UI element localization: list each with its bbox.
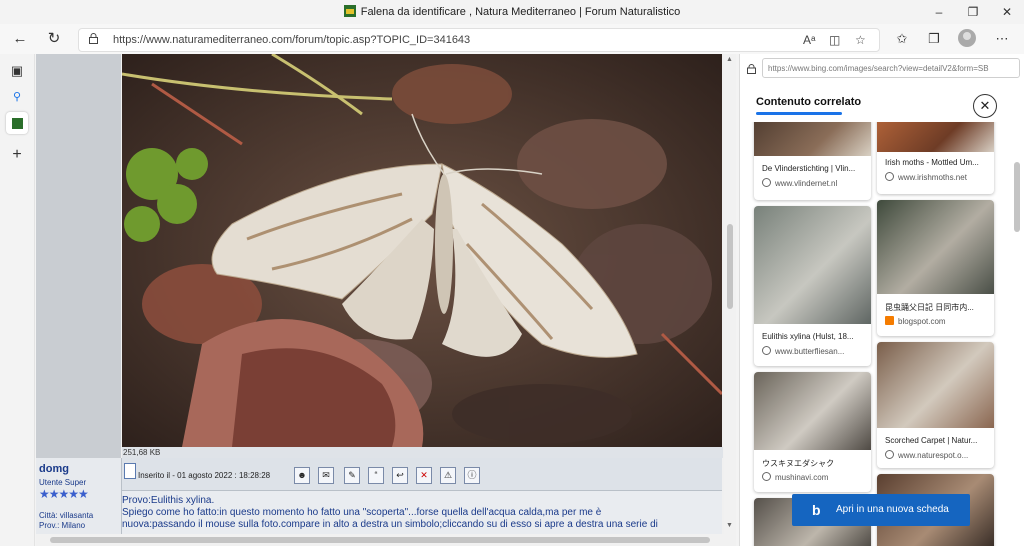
edit-icon[interactable]: ✎ — [344, 467, 360, 484]
tab-bing-search-icon[interactable]: ⚲ — [6, 86, 28, 108]
result-card[interactable]: Irish moths - Mottled Um... www.irishmot… — [877, 122, 994, 194]
url-text[interactable]: https://www.naturamediterraneo.com/forum… — [113, 29, 470, 51]
result-source: www.vlindernet.nl — [762, 178, 866, 188]
quote-icon[interactable]: “ — [368, 467, 384, 484]
result-title: Eulithis xylina (Hulst, 18... — [762, 332, 854, 341]
close-pane-button[interactable]: ✕ — [973, 94, 997, 118]
tab-natura-mediterraneo[interactable] — [6, 112, 28, 134]
profile-avatar[interactable] — [958, 29, 976, 47]
result-thumbnail — [877, 342, 994, 428]
email-icon[interactable]: ✉ — [318, 467, 334, 484]
window-title-text: Falena da identificare , Natura Mediterr… — [360, 6, 681, 18]
more-options-icon[interactable]: ⋯ — [990, 27, 1014, 51]
author-province: Prov.: Milano — [39, 521, 86, 530]
result-source: blogspot.com — [885, 316, 989, 326]
ip-icon[interactable]: ⓘ — [464, 467, 480, 484]
new-tab-icon[interactable]: + — [6, 144, 28, 166]
image-size-label: 251,68 KB — [122, 447, 723, 458]
back-button[interactable]: ← — [8, 27, 32, 51]
favorites-icon[interactable]: ✩ — [890, 27, 914, 51]
moth-photo[interactable] — [122, 54, 722, 447]
scroll-up-arrow-icon[interactable]: ▲ — [726, 56, 733, 63]
immersive-reader-icon[interactable]: ◫ — [829, 33, 840, 47]
side-pane-scroll-thumb[interactable] — [1014, 162, 1020, 232]
navigation-bar: ← ↻ https://www.naturamediterraneo.com/f… — [0, 24, 1024, 54]
blogger-icon — [885, 316, 894, 325]
collections-icon[interactable]: ❐ — [922, 27, 946, 51]
globe-icon — [762, 346, 771, 355]
result-source: www.irishmoths.net — [885, 172, 989, 182]
open-in-new-tab-button[interactable]: b Apri in una nuova scheda — [792, 494, 970, 526]
delete-icon[interactable]: ✕ — [416, 467, 432, 484]
post-body-line: Spiego come ho fatto:in questo momento h… — [122, 507, 602, 518]
post-body-line: Provo:Eulithis xylina. — [122, 495, 215, 506]
result-source: mushinavi.com — [762, 472, 866, 482]
author-rank: Utente Super — [39, 478, 87, 487]
refresh-button[interactable]: ↻ — [42, 27, 66, 51]
reply-icon[interactable]: ↩ — [392, 467, 408, 484]
result-card[interactable]: 昆虫踊父日記 日同市内... blogspot.com — [877, 200, 994, 336]
tab-actions-icon[interactable]: ▣ — [6, 60, 28, 82]
page-vertical-scrollbar[interactable]: ▲ ▼ — [724, 54, 736, 546]
page-hscroll-thumb[interactable] — [50, 537, 710, 543]
minimize-button[interactable]: – — [922, 0, 956, 24]
related-content-pane: https://www.bing.com/images/search?view=… — [739, 54, 1024, 546]
address-bar[interactable]: https://www.naturamediterraneo.com/forum… — [78, 28, 880, 52]
moth-photo-image — [122, 54, 722, 447]
globe-icon — [885, 172, 894, 181]
result-title: ウスキヌエダシャク — [762, 459, 835, 468]
result-title: 昆虫踊父日記 日同市内... — [885, 303, 974, 312]
author-city: Città: villasanta — [39, 511, 94, 520]
related-content-tab[interactable]: Contenuto correlato — [756, 96, 861, 108]
result-thumbnail — [754, 206, 871, 324]
maximize-button[interactable]: ❐ — [956, 0, 990, 24]
globe-icon — [762, 472, 771, 481]
forum-page: 251,68 KB domg Utente Super ★★★★★ Città:… — [36, 54, 736, 546]
active-tab-underline — [756, 112, 842, 115]
lock-icon[interactable] — [747, 64, 756, 74]
author-name[interactable]: domg — [39, 463, 69, 475]
post-header: Inserito il - 01 agosto 2022 : 18:28:28 … — [122, 458, 722, 491]
title-bar: Falena da identificare , Natura Mediterr… — [0, 0, 1024, 24]
globe-icon — [885, 450, 894, 459]
result-title: Scorched Carpet | Natur... — [885, 436, 978, 445]
scroll-down-arrow-icon[interactable]: ▼ — [726, 522, 733, 529]
result-card[interactable]: De Vlinderstichting | Vlin... www.vlinde… — [754, 122, 871, 200]
page-horizontal-scrollbar[interactable] — [36, 534, 724, 546]
vertical-tab-strip: ▣ ⚲ + — [0, 54, 35, 546]
window-title: Falena da identificare , Natura Mediterr… — [0, 0, 1024, 24]
site-favicon-icon — [343, 5, 356, 18]
result-title: De Vlinderstichting | Vlin... — [762, 164, 856, 173]
read-aloud-icon[interactable]: Aᵃ — [803, 33, 815, 47]
site-favicon-icon — [11, 118, 23, 129]
add-favorite-icon[interactable]: ☆ — [855, 33, 866, 47]
side-pane-scrollbar[interactable] — [1012, 122, 1022, 546]
post-date: Inserito il - 01 agosto 2022 : 18:28:28 — [138, 471, 271, 480]
result-source: www.butterfliesan... — [762, 346, 866, 356]
post-body-line: nuova:passando il mouse sulla foto.compa… — [122, 519, 658, 530]
result-thumbnail — [754, 372, 871, 450]
lock-icon[interactable] — [89, 33, 98, 44]
globe-icon — [762, 178, 771, 187]
post-author-panel: domg Utente Super ★★★★★ Città: villasant… — [36, 458, 122, 546]
side-pane-url[interactable]: https://www.bing.com/images/search?view=… — [762, 58, 1020, 78]
post-left-column — [36, 54, 121, 458]
profile-icon[interactable]: ☻ — [294, 467, 310, 484]
result-thumbnail — [877, 122, 994, 152]
result-thumbnail — [754, 122, 871, 156]
result-card[interactable]: Eulithis xylina (Hulst, 18... www.butter… — [754, 206, 871, 366]
open-in-new-tab-label: Apri in una nuova scheda — [836, 504, 949, 515]
report-icon[interactable]: ⚠ — [440, 467, 456, 484]
bing-logo-icon: b — [812, 502, 821, 518]
page-scroll-thumb[interactable] — [727, 224, 733, 309]
rank-stars-icon: ★★★★★ — [39, 487, 89, 501]
result-card[interactable]: Scorched Carpet | Natur... www.naturespo… — [877, 342, 994, 468]
result-source: www.naturespot.o... — [885, 450, 989, 460]
result-title: Irish moths - Mottled Um... — [885, 158, 979, 167]
post-document-icon — [124, 463, 136, 479]
result-card[interactable]: ウスキヌエダシャク mushinavi.com — [754, 372, 871, 492]
close-window-button[interactable]: ✕ — [990, 0, 1024, 24]
image-results-grid: De Vlinderstichting | Vlin... www.vlinde… — [740, 122, 1010, 546]
result-thumbnail — [877, 200, 994, 294]
